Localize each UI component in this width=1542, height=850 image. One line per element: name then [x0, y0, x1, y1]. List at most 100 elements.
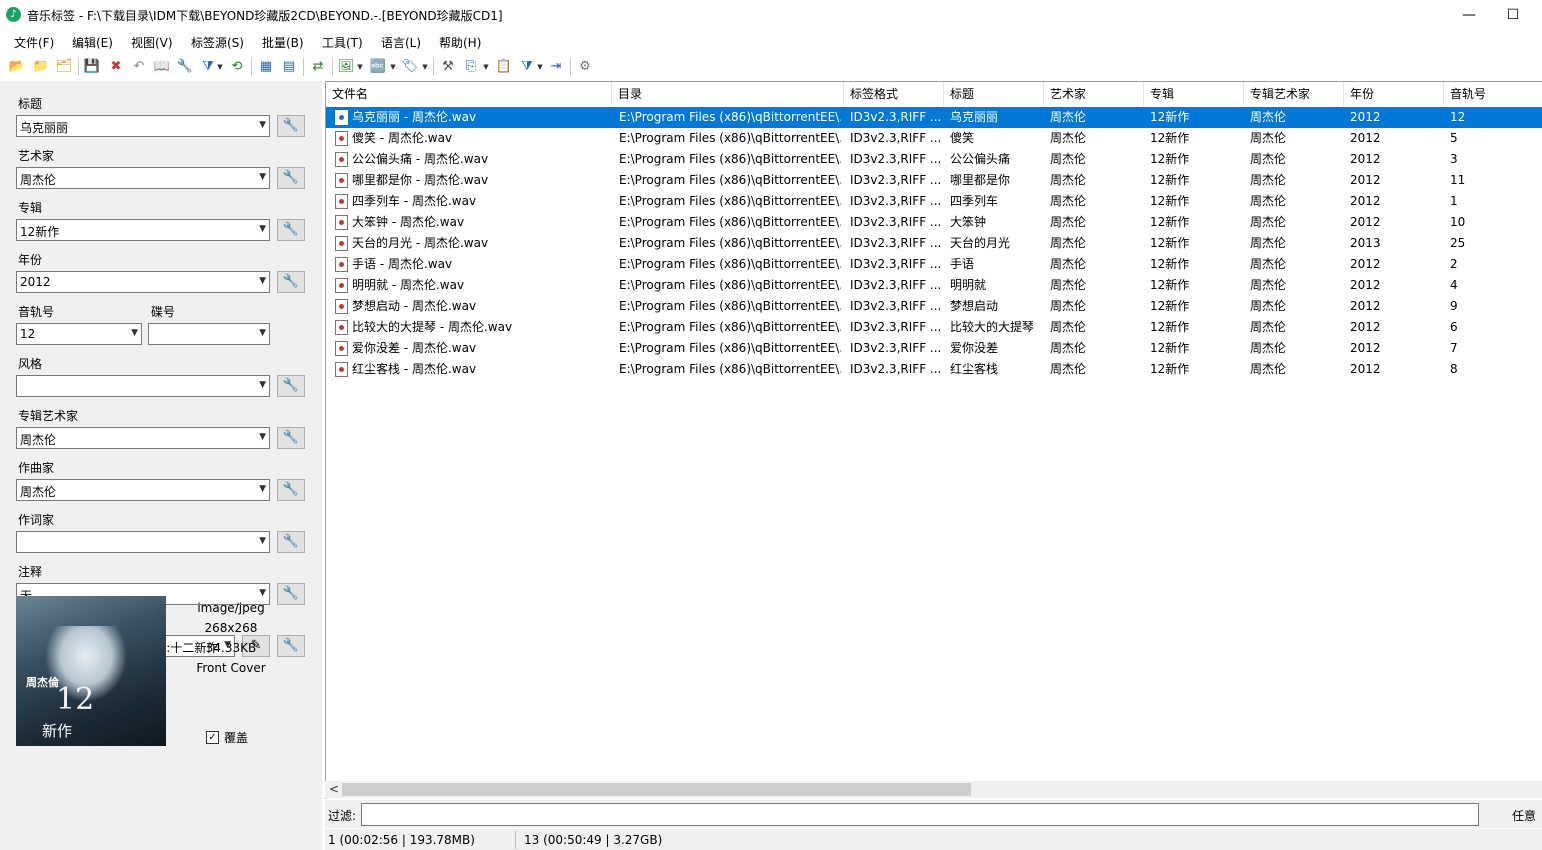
cell-tag-format: ID3v2.3,RIFF ... — [850, 278, 942, 292]
column-header-tag-format[interactable]: 标签格式 — [844, 82, 944, 106]
comment-label: 注释 — [18, 565, 43, 579]
undo-icon[interactable]: ↶ — [130, 58, 148, 76]
table-icon[interactable]: ▤ — [280, 58, 298, 76]
menu-file[interactable]: 文件(F) — [14, 34, 54, 51]
year-tool-button[interactable]: 🔧 — [277, 271, 305, 293]
refresh-history-icon[interactable]: ⟲ — [228, 58, 246, 76]
cell-artist: 周杰伦 — [1050, 236, 1087, 250]
menu-help[interactable]: 帮助(H) — [439, 34, 481, 51]
export-icon[interactable]: ⇥ — [547, 58, 565, 76]
table-row[interactable]: 手语 - 周杰伦.wav E:\Program Files (x86)\qBitt… — [326, 254, 1542, 275]
filter-mode[interactable]: 任意 — [1512, 807, 1536, 824]
genre-combo[interactable]: ▼ — [16, 375, 270, 397]
menu-tag-sources[interactable]: 标签源(S) — [191, 34, 244, 51]
table-row[interactable]: 梦想启动 - 周杰伦.wav E:\Program Files (x86)\qBi… — [326, 296, 1542, 317]
image-icon[interactable]: 🖼 — [337, 58, 355, 76]
cell-album-artist: 周杰伦 — [1250, 299, 1287, 313]
menu-view[interactable]: 视图(V) — [131, 34, 173, 51]
table-row[interactable]: 傻笑 - 周杰伦.wav E:\Program Files (x86)\qBitt… — [326, 128, 1542, 149]
table-row[interactable]: 大笨钟 - 周杰伦.wav E:\Program Files (x86)\qBit… — [326, 212, 1542, 233]
lyricist-combo[interactable]: ▼ — [16, 531, 270, 553]
album-tool-button[interactable]: 🔧 — [277, 219, 305, 241]
wrench-icon: 🔧 — [282, 118, 300, 133]
table-row[interactable]: 天台的月光 - 周杰伦.wav E:\Program Files (x86)\qB… — [326, 233, 1542, 254]
column-header-year[interactable]: 年份 — [1344, 82, 1444, 106]
save-icon[interactable]: 💾 — [83, 58, 101, 76]
column-header-title[interactable]: 标题 — [944, 82, 1044, 106]
composer-tool-button[interactable]: 🔧 — [277, 479, 305, 501]
cell-year: 2012 — [1350, 152, 1381, 166]
grid-icon[interactable]: ▦ — [257, 58, 275, 76]
scrollbar-thumb[interactable] — [342, 783, 971, 796]
artist-combo[interactable]: 周杰伦 ▼ — [16, 167, 270, 189]
minimize-button[interactable]: — — [1446, 0, 1492, 30]
lyricist-tool-button[interactable]: 🔧 — [277, 531, 305, 553]
table-row[interactable]: 比较大的大提琴 - 周杰伦.wav E:\Program Files (x86)\… — [326, 317, 1542, 338]
image-dropdown-icon[interactable]: ▼ — [356, 58, 364, 76]
wrench-icon[interactable]: 🔧 — [176, 58, 194, 76]
menu-edit[interactable]: 编辑(E) — [72, 34, 113, 51]
lyrics-tool-button[interactable]: 🔧 — [277, 635, 305, 657]
table-row[interactable]: 公公偏头痛 - 周杰伦.wav E:\Program Files (x86)\qB… — [326, 149, 1542, 170]
artist-tool-button[interactable]: 🔧 — [277, 167, 305, 189]
wrench-icon: 🔧 — [282, 586, 300, 601]
composer-combo[interactable]: 周杰伦 ▼ — [16, 479, 270, 501]
filter-dropdown-icon[interactable]: ▼ — [216, 58, 224, 76]
open-folder-icon[interactable]: 📂 — [8, 58, 26, 76]
column-header-directory[interactable]: 目录 — [612, 82, 844, 106]
column-header-album-artist[interactable]: 专辑艺术家 — [1244, 82, 1344, 106]
table-row[interactable]: 四季列车 - 周杰伦.wav E:\Program Files (x86)\qBi… — [326, 191, 1542, 212]
filter-input[interactable] — [361, 803, 1479, 826]
copy-dropdown-icon[interactable]: ▼ — [482, 58, 490, 76]
overwrite-checkbox[interactable]: ✓ — [206, 731, 219, 744]
table-row[interactable]: 明明就 - 周杰伦.wav E:\Program Files (x86)\qBit… — [326, 275, 1542, 296]
filter-tag-icon[interactable]: ⧩ — [518, 58, 536, 76]
year-combo[interactable]: 2012 ▼ — [16, 271, 270, 293]
column-header-track[interactable]: 音轨号 — [1444, 82, 1542, 106]
scroll-left-arrow-icon[interactable]: < — [329, 782, 339, 796]
text-dropdown-icon[interactable]: ▼ — [389, 58, 397, 76]
tag-dropdown-icon[interactable]: ▼ — [421, 58, 429, 76]
convert-icon[interactable]: ⇄ — [309, 58, 327, 76]
open-files-icon[interactable]: 🗂 — [55, 58, 73, 76]
disc-combo[interactable]: ▼ — [148, 323, 270, 345]
menu-batch[interactable]: 批量(B) — [262, 34, 304, 51]
column-header-filename[interactable]: 文件名 — [326, 82, 612, 106]
title-tool-button[interactable]: 🔧 — [277, 115, 305, 137]
column-header-album[interactable]: 专辑 — [1144, 82, 1244, 106]
horizontal-scrollbar[interactable]: < — [325, 781, 1542, 798]
album-artist-combo[interactable]: 周杰伦 ▼ — [16, 427, 270, 449]
audio-file-icon — [335, 257, 348, 272]
maximize-button[interactable]: ☐ — [1490, 0, 1536, 30]
tag-icon[interactable]: 🏷 — [401, 58, 419, 76]
filter-tag-dropdown-icon[interactable]: ▼ — [536, 58, 544, 76]
table-row[interactable]: 红尘客栈 - 周杰伦.wav E:\Program Files (x86)\qBi… — [326, 359, 1542, 380]
cover-art-image[interactable]: 周杰倫 12 新作 — [16, 596, 166, 746]
text-icon[interactable]: 🔤 — [369, 58, 387, 76]
column-header-artist[interactable]: 艺术家 — [1044, 82, 1144, 106]
comment-tool-button[interactable]: 🔧 — [277, 583, 305, 605]
paste-icon[interactable]: 📋 — [495, 58, 513, 76]
tools-icon[interactable]: ⚒ — [439, 58, 457, 76]
cell-tag-format: ID3v2.3,RIFF ... — [850, 257, 942, 271]
cell-title: 手语 — [950, 257, 975, 271]
title-combo[interactable]: 乌克丽丽 ▼ — [16, 115, 270, 137]
copy-icon[interactable]: ⎘ — [462, 58, 480, 76]
table-row[interactable]: 哪里都是你 - 周杰伦.wav E:\Program Files (x86)\qB… — [326, 170, 1542, 191]
menu-language[interactable]: 语言(L) — [381, 34, 421, 51]
toolbar-separator — [78, 58, 79, 76]
table-row[interactable]: 乌克丽丽 - 周杰伦.wav E:\Program Files (x86)\qBi… — [326, 107, 1542, 128]
track-combo[interactable]: 12 ▼ — [16, 323, 142, 345]
remove-icon[interactable]: ✖ — [107, 58, 125, 76]
menu-tools[interactable]: 工具(T) — [322, 34, 363, 51]
genre-tool-button[interactable]: 🔧 — [277, 375, 305, 397]
filter-icon[interactable]: ⧩ — [199, 58, 217, 76]
table-row[interactable]: 爱你没差 - 周杰伦.wav E:\Program Files (x86)\qBi… — [326, 338, 1542, 359]
composer-value: 周杰伦 — [20, 485, 57, 499]
settings-icon[interactable]: ⚙ — [576, 58, 594, 76]
book-icon[interactable]: 📖 — [153, 58, 171, 76]
cell-directory: E:\Program Files (x86)\qBittorrentEE\... — [619, 236, 841, 250]
album-combo[interactable]: 12新作 ▼ — [16, 219, 270, 241]
album-artist-tool-button[interactable]: 🔧 — [277, 427, 305, 449]
add-folder-icon[interactable]: 📁 — [32, 58, 50, 76]
